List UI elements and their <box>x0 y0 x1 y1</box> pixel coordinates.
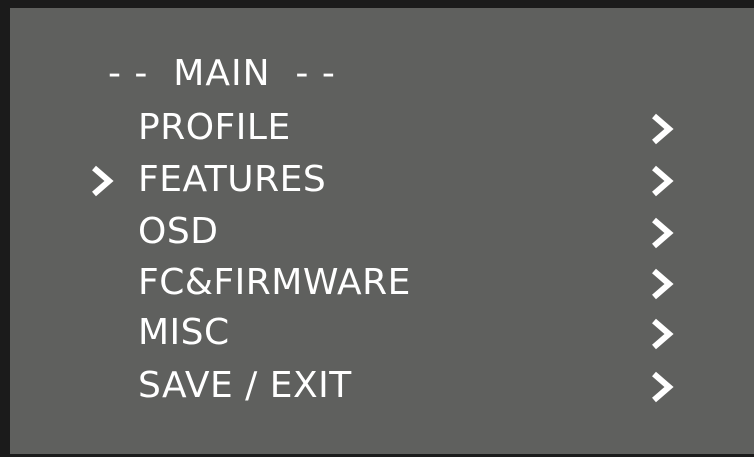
menu-title: - - MAIN - - <box>108 53 336 94</box>
osd-menu-screen: - - MAIN - - PROFILE FEATURES OSD FC&FIR… <box>0 0 754 457</box>
menu-item-osd[interactable]: OSD <box>10 210 754 254</box>
chevron-right-icon <box>652 268 674 300</box>
chevron-right-icon <box>652 318 674 350</box>
menu-item-save-exit[interactable]: SAVE / EXIT <box>10 364 754 408</box>
menu-item-label: PROFILE <box>138 107 291 148</box>
menu-item-label: OSD <box>138 211 219 252</box>
chevron-right-icon <box>652 371 674 403</box>
menu-item-label: MISC <box>138 312 230 353</box>
selection-cursor-icon <box>92 165 114 197</box>
menu-item-misc[interactable]: MISC <box>10 311 754 355</box>
menu-item-features[interactable]: FEATURES <box>10 158 754 202</box>
menu-item-profile[interactable]: PROFILE <box>10 106 754 150</box>
menu-item-fc-firmware[interactable]: FC&FIRMWARE <box>10 261 754 305</box>
menu-item-label: FEATURES <box>138 159 327 200</box>
menu-item-label: FC&FIRMWARE <box>138 262 411 303</box>
chevron-right-icon <box>652 217 674 249</box>
chevron-right-icon <box>652 113 674 145</box>
chevron-right-icon <box>652 165 674 197</box>
menu-item-label: SAVE / EXIT <box>138 365 352 406</box>
